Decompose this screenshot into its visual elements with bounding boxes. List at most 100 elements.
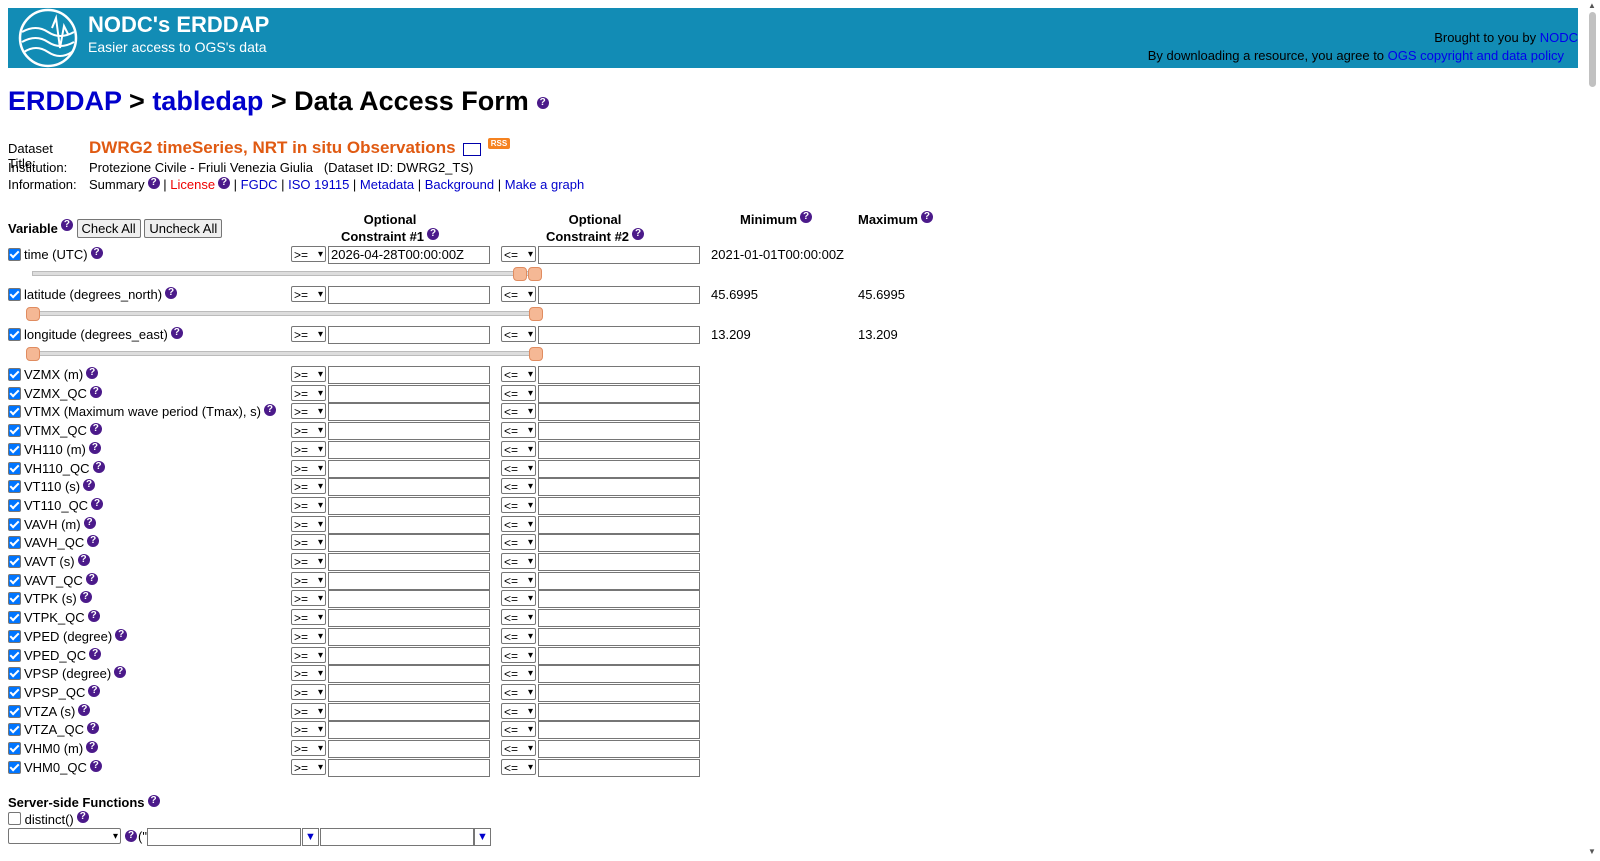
constraint1-input[interactable] — [328, 628, 490, 646]
constraint1-operator[interactable]: >= — [291, 286, 326, 303]
constraint1-input[interactable] — [328, 759, 490, 777]
constraint2-operator[interactable]: <= — [501, 478, 536, 495]
help-icon[interactable]: ? — [89, 648, 102, 660]
constraint1-operator[interactable]: >= — [291, 497, 326, 514]
slider-handle-right[interactable] — [529, 307, 543, 321]
constraint1-operator[interactable]: >= — [291, 460, 326, 477]
slider-handle-right[interactable] — [528, 267, 542, 281]
dropdown-arrow-icon[interactable]: ▼ — [302, 828, 319, 846]
policy-link[interactable]: OGS copyright and data policy — [1388, 48, 1564, 63]
variable-checkbox[interactable] — [8, 328, 21, 341]
variable-checkbox[interactable] — [8, 649, 21, 662]
help-icon[interactable]: ? — [165, 287, 178, 299]
variable-checkbox[interactable] — [8, 705, 21, 718]
constraint1-input[interactable] — [328, 647, 490, 665]
variable-checkbox[interactable] — [8, 742, 21, 755]
help-icon[interactable]: ? — [86, 722, 99, 734]
help-icon[interactable]: ? — [78, 704, 91, 716]
help-icon[interactable]: ? — [92, 461, 105, 473]
constraint2-input[interactable] — [538, 441, 700, 459]
constraint2-operator[interactable]: <= — [501, 721, 536, 738]
constraint1-operator[interactable]: >= — [291, 422, 326, 439]
help-icon[interactable]: ? — [114, 666, 127, 678]
help-icon[interactable]: ? — [147, 795, 160, 807]
constraint2-operator[interactable]: <= — [501, 246, 536, 263]
constraint2-operator[interactable]: <= — [501, 403, 536, 420]
help-icon[interactable]: ? — [88, 685, 101, 697]
constraint2-operator[interactable]: <= — [501, 665, 536, 682]
constraint2-operator[interactable]: <= — [501, 759, 536, 776]
nodc-link[interactable]: NODC — [1540, 30, 1578, 45]
constraint1-input[interactable] — [328, 721, 490, 739]
fgdc-link[interactable]: FGDC — [241, 177, 278, 192]
constraint1-operator[interactable]: >= — [291, 759, 326, 776]
help-icon[interactable]: ? — [800, 211, 813, 223]
constraint2-input[interactable] — [538, 534, 700, 552]
constraint1-operator[interactable]: >= — [291, 366, 326, 383]
variable-checkbox[interactable] — [8, 288, 21, 301]
constraint2-input[interactable] — [538, 403, 700, 421]
constraint1-operator[interactable]: >= — [291, 572, 326, 589]
constraint2-operator[interactable]: <= — [501, 385, 536, 402]
constraint2-operator[interactable]: <= — [501, 684, 536, 701]
variable-checkbox[interactable] — [8, 480, 21, 493]
constraint2-input[interactable] — [538, 703, 700, 721]
constraint1-operator[interactable]: >= — [291, 590, 326, 607]
constraint1-input[interactable] — [328, 590, 490, 608]
uncheck-all-button[interactable]: Uncheck All — [144, 219, 223, 238]
constraint1-input[interactable] — [328, 460, 490, 478]
variable-checkbox[interactable] — [8, 723, 21, 736]
help-icon[interactable]: ? — [89, 423, 102, 435]
constraint1-operator[interactable]: >= — [291, 326, 326, 343]
constraint1-input[interactable] — [328, 609, 490, 627]
variable-checkbox[interactable] — [8, 630, 21, 643]
background-link[interactable]: Background — [425, 177, 494, 192]
variable-checkbox[interactable] — [8, 555, 21, 568]
help-icon[interactable]: ? — [170, 327, 183, 339]
license-link[interactable]: License — [170, 177, 215, 192]
constraint2-input[interactable] — [538, 497, 700, 515]
help-icon[interactable]: ? — [920, 211, 933, 223]
constraint1-input[interactable] — [328, 703, 490, 721]
variable-checkbox[interactable] — [8, 611, 21, 624]
help-icon[interactable]: ? — [89, 386, 102, 398]
variable-checkbox[interactable] — [8, 424, 21, 437]
variable-checkbox[interactable] — [8, 462, 21, 475]
help-icon[interactable]: ? — [86, 367, 99, 379]
constraint1-input[interactable] — [328, 286, 490, 304]
help-icon[interactable]: ? — [536, 96, 549, 109]
scroll-up-icon[interactable]: ▲ — [1588, 1, 1596, 10]
constraint1-input[interactable] — [328, 534, 490, 552]
constraint2-operator[interactable]: <= — [501, 286, 536, 303]
variable-checkbox[interactable] — [8, 443, 21, 456]
constraint2-operator[interactable]: <= — [501, 740, 536, 757]
iso-link[interactable]: ISO 19115 — [288, 177, 349, 192]
help-icon[interactable]: ? — [86, 741, 99, 753]
constraint2-input[interactable] — [538, 721, 700, 739]
constraint2-input[interactable] — [538, 326, 700, 344]
dropdown-arrow-icon[interactable]: ▼ — [474, 828, 491, 846]
constraint1-operator[interactable]: >= — [291, 628, 326, 645]
rss-icon[interactable]: RSS — [487, 138, 511, 149]
variable-checkbox[interactable] — [8, 248, 21, 261]
constraint1-input[interactable] — [328, 740, 490, 758]
help-icon[interactable]: ? — [83, 479, 96, 491]
breadcrumb-tabledap[interactable]: tabledap — [152, 86, 263, 116]
help-icon[interactable]: ? — [88, 442, 101, 454]
help-icon[interactable]: ? — [76, 811, 89, 823]
help-icon[interactable]: ? — [91, 498, 104, 510]
variable-checkbox[interactable] — [8, 499, 21, 512]
constraint2-input[interactable] — [538, 385, 700, 403]
constraint2-operator[interactable]: <= — [501, 516, 536, 533]
constraint1-operator[interactable]: >= — [291, 478, 326, 495]
variable-checkbox[interactable] — [8, 592, 21, 605]
constraint2-operator[interactable]: <= — [501, 441, 536, 458]
constraint2-operator[interactable]: <= — [501, 326, 536, 343]
constraint2-operator[interactable]: <= — [501, 647, 536, 664]
constraint1-input[interactable] — [328, 665, 490, 683]
help-icon[interactable]: ? — [427, 228, 440, 240]
help-icon[interactable]: ? — [83, 517, 96, 529]
help-icon[interactable]: ? — [87, 535, 100, 547]
constraint2-input[interactable] — [538, 759, 700, 777]
constraint2-input[interactable] — [538, 422, 700, 440]
